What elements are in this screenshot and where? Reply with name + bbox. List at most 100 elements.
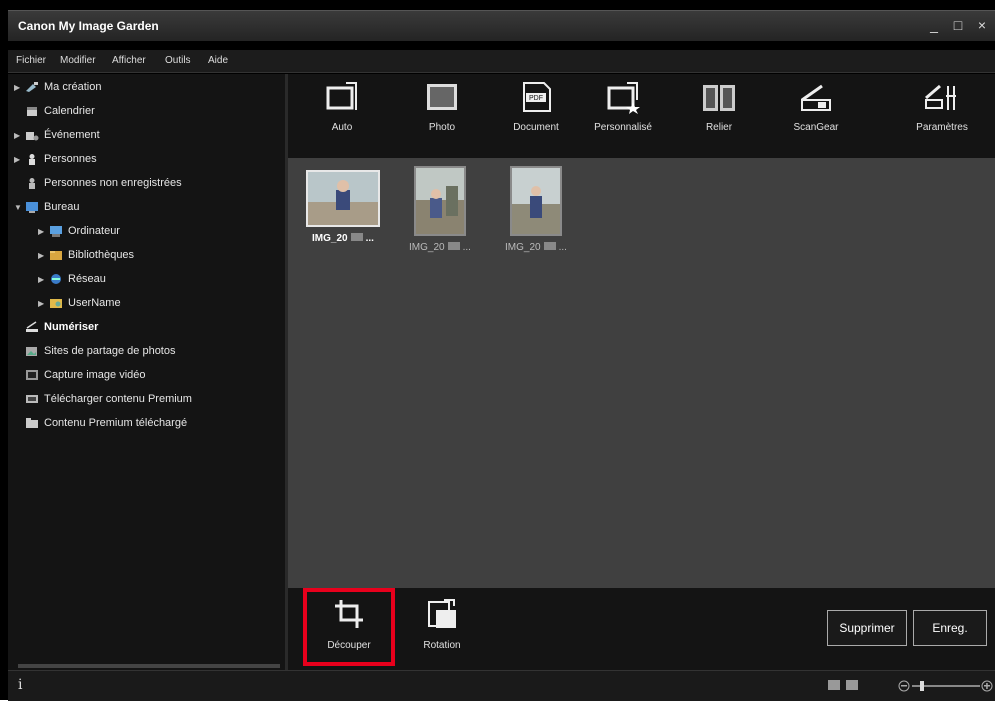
sidebar-item-label: Bureau	[44, 201, 80, 213]
menu-bar: Fichier Modifier Afficher Outils Aide	[8, 50, 995, 73]
sidebar-item-contenu-premium[interactable]: Contenu Premium téléchargé	[24, 412, 187, 434]
expand-arrow-icon[interactable]: ▶	[38, 275, 48, 284]
sidebar-item-label: Ma création	[44, 81, 102, 93]
sidebar-item-ma-creation[interactable]: ▶ Ma création	[14, 76, 101, 98]
window-controls: _ □ ×	[927, 17, 989, 33]
collapse-arrow-icon[interactable]: ▼	[14, 203, 24, 212]
sidebar-item-label: Télécharger contenu Premium	[44, 393, 192, 405]
image-grid: IMG_20... IMG_20... IMG_20...	[288, 158, 995, 588]
thumbnail-1[interactable]: IMG_20...	[298, 170, 388, 244]
menu-tools[interactable]: Outils	[165, 55, 191, 66]
list-view-icon[interactable]	[828, 680, 840, 690]
status-bar: i	[8, 670, 995, 701]
thumbnail-image	[306, 170, 380, 227]
sidebar-item-bibliotheques[interactable]: ▶ Bibliothèques	[38, 244, 134, 266]
rotate-icon	[428, 599, 456, 628]
scangear-button[interactable]: ScanGear	[776, 80, 856, 133]
stitch-button[interactable]: Relier	[679, 80, 759, 133]
scan-toolbar: Auto Photo PDF Document Personnalisé Rel…	[288, 74, 995, 158]
sidebar-item-bureau[interactable]: ▼ Bureau	[14, 196, 79, 218]
sidebar-item-telecharger-premium[interactable]: Télécharger contenu Premium	[24, 388, 192, 410]
sidebar-item-username[interactable]: ▶ UserName	[38, 292, 121, 314]
expand-arrow-icon[interactable]: ▶	[38, 227, 48, 236]
sidebar-item-calendrier[interactable]: Calendrier	[24, 100, 95, 122]
thumbnail-label: IMG_20...	[505, 242, 567, 253]
main-panel: Auto Photo PDF Document Personnalisé Rel…	[288, 74, 995, 670]
minimize-button[interactable]: _	[927, 17, 941, 33]
sidebar-item-sites-partage[interactable]: Sites de partage de photos	[24, 340, 175, 362]
library-icon	[48, 248, 64, 262]
stitch-label: Relier	[705, 122, 733, 133]
person-icon	[24, 152, 40, 166]
maximize-button[interactable]: □	[951, 17, 965, 33]
sidebar-item-reseau[interactable]: ▶ Réseau	[38, 268, 106, 290]
settings-icon	[925, 84, 956, 110]
expand-arrow-icon[interactable]: ▶	[38, 251, 48, 260]
sidebar-item-personnes-non-enregistrees[interactable]: Personnes non enregistrées	[24, 172, 182, 194]
download-icon	[24, 392, 40, 406]
thumbnail-label: IMG_20...	[312, 233, 374, 244]
sidebar-item-label: Capture image vidéo	[44, 369, 146, 381]
network-icon	[48, 272, 64, 286]
sidebar-item-label: Personnes non enregistrées	[44, 177, 182, 189]
save-button[interactable]: Enreg.	[913, 610, 987, 646]
expand-arrow-icon[interactable]: ▶	[14, 83, 24, 92]
expand-arrow-icon[interactable]: ▶	[14, 155, 24, 164]
sidebar-item-numeriser[interactable]: Numériser	[24, 316, 98, 338]
event-icon	[24, 128, 40, 142]
menu-file[interactable]: Fichier	[16, 55, 46, 66]
scangear-icon	[801, 84, 831, 111]
sidebar-item-evenement[interactable]: ▶ Événement	[14, 124, 100, 146]
close-button[interactable]: ×	[975, 17, 989, 33]
auto-label: Auto	[331, 122, 353, 133]
grid-view-icon[interactable]	[846, 680, 858, 690]
photo-label: Photo	[428, 122, 456, 133]
thumbnail-image	[414, 166, 466, 236]
document-label: Document	[513, 122, 559, 133]
custom-label: Personnalisé	[594, 122, 652, 133]
custom-scan-icon	[607, 82, 640, 114]
video-capture-icon	[24, 368, 40, 382]
svg-text:PDF: PDF	[529, 95, 543, 102]
menu-edit[interactable]: Modifier	[60, 55, 96, 66]
sidebar: ▶ Ma création Calendrier ▶ Événement ▶ P…	[8, 74, 288, 670]
computer-icon	[48, 224, 64, 238]
thumbnail-3[interactable]: IMG_20...	[491, 166, 581, 253]
scangear-label: ScanGear	[793, 122, 839, 133]
sidebar-item-capture-video[interactable]: Capture image vidéo	[24, 364, 146, 386]
document-button[interactable]: PDF Document	[496, 80, 576, 133]
rotate-button[interactable]: Rotation	[402, 596, 482, 651]
sidebar-item-label: Événement	[44, 129, 100, 141]
sidebar-item-label: Ordinateur	[68, 225, 120, 237]
settings-label: Paramètres	[916, 122, 968, 133]
sidebar-item-label: Réseau	[68, 273, 106, 285]
settings-button[interactable]: Paramètres	[892, 80, 992, 133]
sidebar-item-label: Numériser	[44, 321, 99, 333]
title-bar: Canon My Image Garden _ □ ×	[8, 10, 995, 41]
window-title: Canon My Image Garden	[18, 19, 159, 33]
delete-button[interactable]: Supprimer	[827, 610, 907, 646]
sidebar-item-personnes[interactable]: ▶ Personnes	[14, 148, 97, 170]
thumbnail-2[interactable]: IMG_20...	[395, 166, 485, 253]
auto-button[interactable]: Auto	[302, 80, 382, 133]
folder-icon	[24, 416, 40, 430]
expand-arrow-icon[interactable]: ▶	[38, 299, 48, 308]
sidebar-item-ordinateur[interactable]: ▶ Ordinateur	[38, 220, 120, 242]
custom-button[interactable]: Personnalisé	[583, 80, 663, 133]
photo-button[interactable]: Photo	[402, 80, 482, 133]
photo-scan-icon	[427, 84, 457, 110]
thumbnail-label: IMG_20...	[409, 242, 471, 253]
sidebar-item-label: UserName	[68, 297, 121, 309]
menu-help[interactable]: Aide	[208, 55, 228, 66]
sidebar-item-label: Calendrier	[44, 105, 95, 117]
menu-view[interactable]: Afficher	[112, 55, 146, 66]
photo-share-icon	[24, 344, 40, 358]
zoom-slider[interactable]	[898, 679, 993, 693]
calendar-icon	[24, 104, 40, 118]
info-icon[interactable]: i	[18, 677, 22, 693]
sidebar-scrollbar[interactable]	[18, 664, 280, 668]
stitch-icon	[703, 85, 735, 111]
expand-arrow-icon[interactable]: ▶	[14, 131, 24, 140]
sidebar-item-label: Contenu Premium téléchargé	[44, 417, 188, 429]
sidebar-item-label: Sites de partage de photos	[44, 345, 176, 357]
